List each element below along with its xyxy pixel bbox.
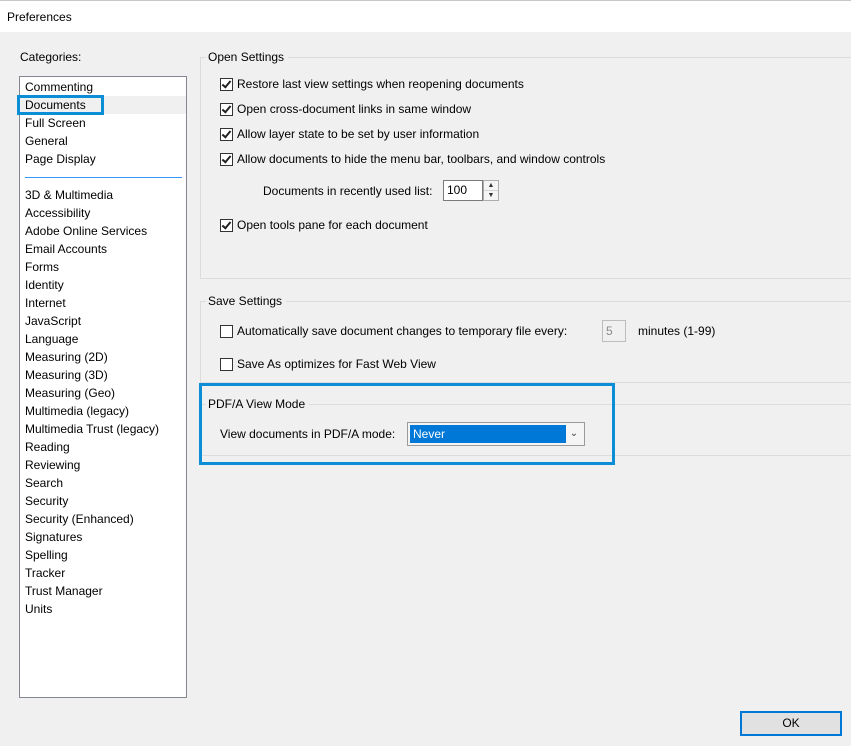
chevron-down-icon[interactable]: ⌄ [568, 427, 580, 441]
category-forms[interactable]: Forms [25, 258, 59, 276]
category-measuring-2d[interactable]: Measuring (2D) [25, 348, 108, 366]
category-documents[interactable]: Documents [20, 96, 186, 114]
spin-up-icon[interactable]: ▲ [484, 181, 498, 191]
fast-web-checkbox[interactable] [220, 357, 233, 371]
fast-web-label: Save As optimizes for Fast Web View [237, 357, 436, 371]
restore-view-label: Restore last view settings when reopenin… [237, 77, 524, 91]
category-security[interactable]: Security [25, 492, 68, 510]
open-settings-title: Open Settings [206, 50, 289, 64]
category-multimedia-trust-legacy[interactable]: Multimedia Trust (legacy) [25, 420, 159, 438]
category-separator [25, 177, 182, 178]
save-settings-title: Save Settings [206, 294, 287, 308]
categories-label: Categories: [20, 50, 82, 64]
category-commenting[interactable]: Commenting [25, 78, 93, 96]
layer-state-checkbox[interactable] [220, 127, 233, 141]
ok-button[interactable]: OK [740, 711, 842, 736]
category-multimedia-legacy[interactable]: Multimedia (legacy) [25, 402, 129, 420]
restore-view-checkbox[interactable] [220, 77, 233, 91]
category-trust-manager[interactable]: Trust Manager [25, 582, 103, 600]
pdfa-mode-select[interactable]: Never ⌄ [407, 422, 585, 446]
recent-list-label: Documents in recently used list: [263, 184, 433, 198]
recent-list-spinner[interactable]: ▲ ▼ [483, 180, 499, 201]
category-general[interactable]: General [25, 132, 68, 150]
autosave-row[interactable]: Automatically save document changes to t… [220, 323, 567, 339]
category-signatures[interactable]: Signatures [25, 528, 82, 546]
autosave-minutes-input[interactable]: 5 [602, 320, 626, 342]
category-internet[interactable]: Internet [25, 294, 66, 312]
category-page-display[interactable]: Page Display [25, 150, 96, 168]
category-tracker[interactable]: Tracker [25, 564, 65, 582]
title-bar: Preferences [0, 0, 851, 32]
recent-list-input[interactable]: 100 [443, 180, 483, 201]
autosave-label: Automatically save document changes to t… [237, 324, 568, 338]
hide-menu-checkbox[interactable] [220, 152, 233, 166]
category-javascript[interactable]: JavaScript [25, 312, 81, 330]
cross-doc-links-checkbox[interactable] [220, 102, 233, 116]
cross-doc-links-row[interactable]: Open cross-document links in same window [220, 101, 471, 117]
category-3d-multimedia[interactable]: 3D & Multimedia [25, 186, 113, 204]
pdfa-title: PDF/A View Mode [206, 397, 310, 411]
tools-pane-label: Open tools pane for each document [237, 218, 428, 232]
pdfa-mode-label: View documents in PDF/A mode: [220, 427, 396, 441]
category-adobe-online-services[interactable]: Adobe Online Services [25, 222, 147, 240]
category-measuring-geo[interactable]: Measuring (Geo) [25, 384, 115, 402]
minutes-label: minutes (1-99) [638, 324, 716, 338]
restore-view-row[interactable]: Restore last view settings when reopenin… [220, 76, 524, 92]
category-reviewing[interactable]: Reviewing [25, 456, 80, 474]
category-reading[interactable]: Reading [25, 438, 70, 456]
category-search[interactable]: Search [25, 474, 63, 492]
category-units[interactable]: Units [25, 600, 52, 618]
category-security-enhanced[interactable]: Security (Enhanced) [25, 510, 134, 528]
tools-pane-row[interactable]: Open tools pane for each document [220, 217, 428, 233]
layer-state-label: Allow layer state to be set by user info… [237, 127, 480, 141]
category-full-screen[interactable]: Full Screen [25, 114, 86, 132]
category-spelling[interactable]: Spelling [25, 546, 68, 564]
categories-list[interactable]: Commenting Documents Full Screen General… [19, 76, 187, 698]
fast-web-row[interactable]: Save As optimizes for Fast Web View [220, 356, 436, 372]
category-identity[interactable]: Identity [25, 276, 64, 294]
category-email-accounts[interactable]: Email Accounts [25, 240, 107, 258]
category-language[interactable]: Language [25, 330, 78, 348]
spin-down-icon[interactable]: ▼ [484, 191, 498, 200]
cross-doc-links-label: Open cross-document links in same window [237, 102, 472, 116]
layer-state-row[interactable]: Allow layer state to be set by user info… [220, 126, 479, 142]
tools-pane-checkbox[interactable] [220, 218, 233, 232]
category-measuring-3d[interactable]: Measuring (3D) [25, 366, 108, 384]
pdfa-mode-value: Never [410, 425, 566, 443]
window-title: Preferences [7, 10, 72, 24]
hide-menu-row[interactable]: Allow documents to hide the menu bar, to… [220, 151, 605, 167]
autosave-checkbox[interactable] [220, 324, 233, 338]
hide-menu-label: Allow documents to hide the menu bar, to… [237, 152, 606, 166]
category-accessibility[interactable]: Accessibility [25, 204, 90, 222]
